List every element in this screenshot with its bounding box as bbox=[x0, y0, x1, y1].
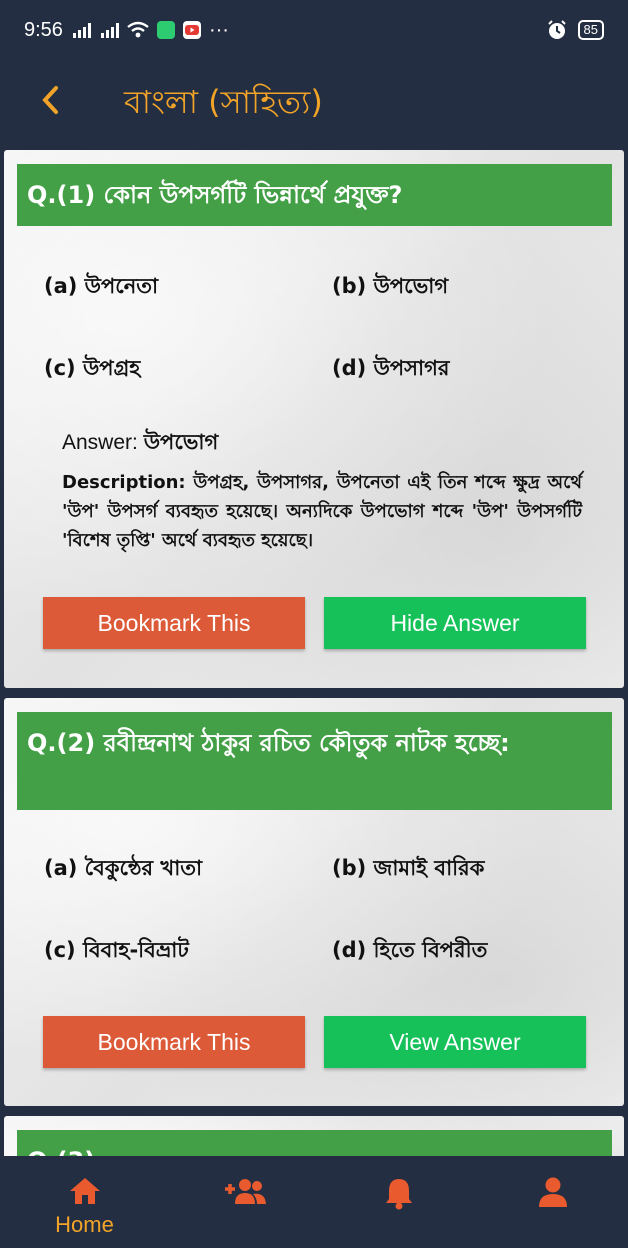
question-title: Q.(2) রবীন্দ্রনাথ ঠাকুর রচিত কৌতুক নাটক … bbox=[17, 712, 612, 810]
view-answer-button[interactable]: View Answer bbox=[324, 1016, 586, 1068]
nav-notifications[interactable] bbox=[320, 1156, 477, 1248]
nav-home[interactable]: Home bbox=[6, 1156, 163, 1248]
question-card: Q.(1) কোন উপসর্গটি ভিন্নার্থে প্রযুক্ত? … bbox=[4, 150, 624, 688]
answer-label: Answer: bbox=[62, 431, 138, 454]
user-icon bbox=[538, 1177, 567, 1207]
question-list[interactable]: Q.(1) কোন উপসর্গটি ভিন্নার্থে প্রযুক্ত? … bbox=[0, 146, 628, 1156]
signal-icon-2 bbox=[100, 22, 119, 38]
question-title: Q.(3) ... bbox=[17, 1130, 612, 1156]
bookmark-button[interactable]: Bookmark This bbox=[43, 597, 305, 649]
question-card: Q.(3) ... bbox=[4, 1116, 624, 1156]
add-group-icon bbox=[224, 1179, 266, 1204]
youtube-icon bbox=[182, 21, 201, 39]
question-card: Q.(2) রবীন্দ্রনাথ ঠাকুর রচিত কৌতুক নাটক … bbox=[4, 698, 624, 1106]
option-a[interactable]: (a) উপনেতা bbox=[44, 270, 158, 305]
battery-indicator: 85 bbox=[577, 20, 604, 40]
option-b[interactable]: (b) উপভোগ bbox=[332, 270, 448, 305]
option-d[interactable]: (d) উপসাগর bbox=[332, 352, 449, 387]
wifi-icon bbox=[127, 21, 149, 38]
home-icon bbox=[69, 1178, 100, 1204]
option-c[interactable]: (c) উপগ্রহ bbox=[44, 352, 140, 387]
bottom-nav: Home bbox=[0, 1156, 628, 1248]
status-time: 9:56 bbox=[24, 18, 63, 41]
option-a[interactable]: (a) বৈকুন্ঠের খাতা bbox=[44, 852, 202, 887]
status-bar: 9:56 ··· 85 bbox=[0, 0, 628, 60]
bookmark-button[interactable]: Bookmark This bbox=[43, 1016, 305, 1068]
alarm-icon bbox=[547, 20, 566, 39]
question-title: Q.(1) কোন উপসর্গটি ভিন্নার্থে প্রযুক্ত? bbox=[17, 164, 612, 226]
option-c[interactable]: (c) বিবাহ-বিভ্রাট bbox=[44, 934, 189, 969]
app-header: বাংলা (সাহিত্য) bbox=[0, 60, 628, 146]
chevron-left-icon bbox=[42, 86, 58, 114]
option-d[interactable]: (d) হিতে বিপরীত bbox=[332, 934, 487, 969]
chat-app-icon bbox=[156, 21, 175, 39]
more-notifications: ··· bbox=[208, 18, 229, 41]
signal-icon bbox=[72, 22, 91, 38]
bell-icon bbox=[385, 1179, 412, 1210]
nav-add-group[interactable] bbox=[166, 1156, 323, 1248]
hide-answer-button[interactable]: Hide Answer bbox=[324, 597, 586, 649]
answer-line: Answer: উপভোগ bbox=[62, 426, 218, 461]
answer-description: Description: উপগ্রহ, উপসাগর, উপনেতা এই ত… bbox=[62, 472, 582, 551]
page-title: বাংলা (সাহিত্য) bbox=[124, 83, 323, 121]
nav-home-label: Home bbox=[55, 1212, 114, 1237]
back-button[interactable] bbox=[28, 78, 72, 122]
nav-profile[interactable] bbox=[474, 1156, 628, 1248]
option-b[interactable]: (b) জামাই বারিক bbox=[332, 852, 484, 887]
answer-value: উপভোগ bbox=[143, 431, 219, 454]
